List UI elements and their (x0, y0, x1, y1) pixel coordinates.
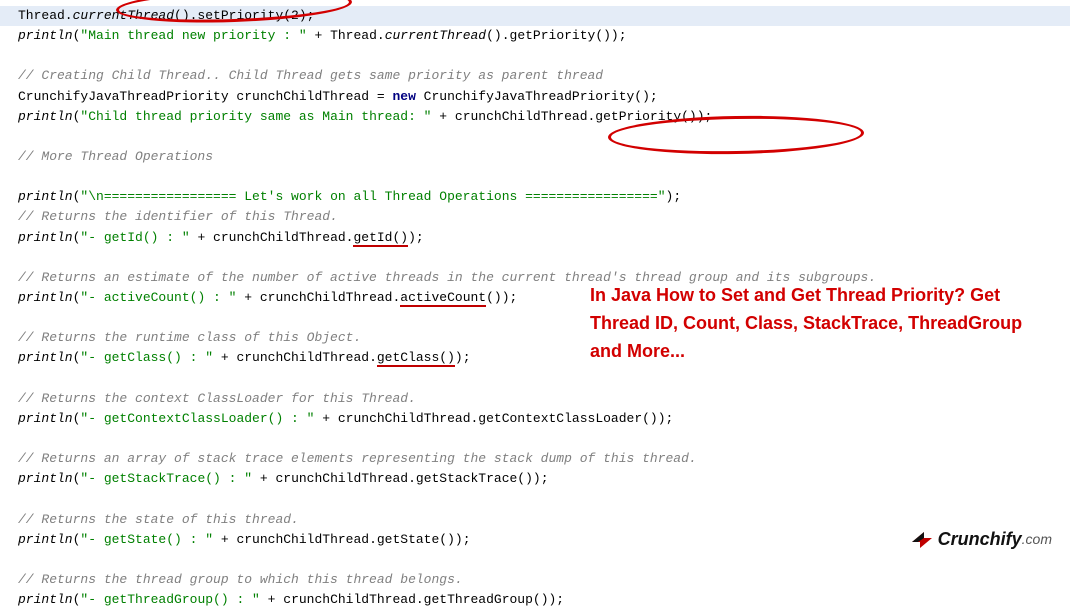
text: "- getState() : " (80, 532, 213, 547)
comment: // Returns the thread group to which thi… (18, 570, 1070, 590)
blank (18, 489, 1070, 509)
text: "- getId() : " (80, 230, 189, 245)
code-line-7: println("\n================= Let's work … (18, 187, 1070, 207)
text: + crunchChildThread. (213, 350, 377, 365)
text: println (18, 471, 73, 486)
text: println (18, 28, 73, 43)
text: new (392, 89, 415, 104)
code-line-1: Thread.currentThread().setPriority(2); (0, 6, 1070, 26)
code-line-21: println("- getThreadGroup() : " + crunch… (18, 590, 1070, 610)
blank (18, 167, 1070, 187)
text: + crunchChildThread.getContextClassLoade… (314, 411, 673, 426)
text: println (18, 290, 73, 305)
text: + crunchChildThread.getState()); (213, 532, 470, 547)
text: println (18, 350, 73, 365)
blank (18, 550, 1070, 570)
text: ()); (486, 290, 517, 305)
code-line-17: println("- getStackTrace() : " + crunchC… (18, 469, 1070, 489)
text: + crunchChildThread.getThreadGroup()); (260, 592, 564, 607)
comment: // Returns the runtime class of this Obj… (18, 328, 1070, 348)
text: println (18, 532, 73, 547)
comment: // Returns an estimate of the number of … (18, 268, 1070, 288)
comment: // Returns an array of stack trace eleme… (18, 449, 1070, 469)
code-line-4: CrunchifyJavaThreadPriority crunchChildT… (18, 87, 1070, 107)
text: CrunchifyJavaThreadPriority(); (416, 89, 658, 104)
text: CrunchifyJavaThreadPriority crunchChildT… (18, 89, 392, 104)
text: Thread. (18, 8, 73, 23)
comment: // Returns the state of this thread. (18, 510, 1070, 530)
text: ); (408, 230, 424, 245)
code-line-15: println("- getContextClassLoader() : " +… (18, 409, 1070, 429)
text: println (18, 592, 73, 607)
text: println (18, 230, 73, 245)
comment: // Returns the identifier of this Thread… (18, 207, 1070, 227)
code-line-11: println("- activeCount() : " + crunchChi… (18, 288, 1070, 308)
text: ().setPriority(2); (174, 8, 314, 23)
text: currentThread (385, 28, 486, 43)
text: + crunchChildThread. (236, 290, 400, 305)
text: "- getClass() : " (80, 350, 213, 365)
text: "- getStackTrace() : " (80, 471, 252, 486)
blank (18, 308, 1070, 328)
code-line-2: println("Main thread new priority : " + … (18, 26, 1070, 46)
text: ( (73, 592, 81, 607)
text: "- getContextClassLoader() : " (80, 411, 314, 426)
text: ); (455, 350, 471, 365)
blank (18, 127, 1070, 147)
text: ); (666, 189, 682, 204)
text: "\n================= Let's work on all T… (80, 189, 665, 204)
code-line-5: println("Child thread priority same as M… (18, 107, 1070, 127)
comment: // Returns the context ClassLoader for t… (18, 389, 1070, 409)
comment: // Creating Child Thread.. Child Thread … (18, 66, 1070, 86)
blank (18, 46, 1070, 66)
text: "Child thread priority same as Main thre… (80, 109, 431, 124)
text: ().getPriority()); (486, 28, 626, 43)
text: currentThread (73, 8, 174, 23)
blank (18, 248, 1070, 268)
code-line-19: println("- getState() : " + crunchChildT… (18, 530, 1070, 550)
code-line-13: println("- getClass() : " + crunchChildT… (18, 348, 1070, 368)
text: "Main thread new priority : " (80, 28, 306, 43)
text: println (18, 109, 73, 124)
text: println (18, 411, 73, 426)
text: + crunchChildThread.getPriority()); (431, 109, 712, 124)
text: + crunchChildThread.getStackTrace()); (252, 471, 548, 486)
text: "- getThreadGroup() : " (80, 592, 259, 607)
code-line-9: println("- getId() : " + crunchChildThre… (18, 228, 1070, 248)
comment: // More Thread Operations (18, 147, 1070, 167)
text: "- activeCount() : " (80, 290, 236, 305)
text: activeCount (400, 290, 486, 307)
blank (18, 369, 1070, 389)
text: + crunchChildThread. (190, 230, 354, 245)
code-block: Thread.currentThread().setPriority(2); p… (18, 6, 1070, 610)
text: println (18, 189, 73, 204)
blank (18, 429, 1070, 449)
text: getClass() (377, 350, 455, 367)
text: + Thread. (307, 28, 385, 43)
text: getId() (353, 230, 408, 247)
